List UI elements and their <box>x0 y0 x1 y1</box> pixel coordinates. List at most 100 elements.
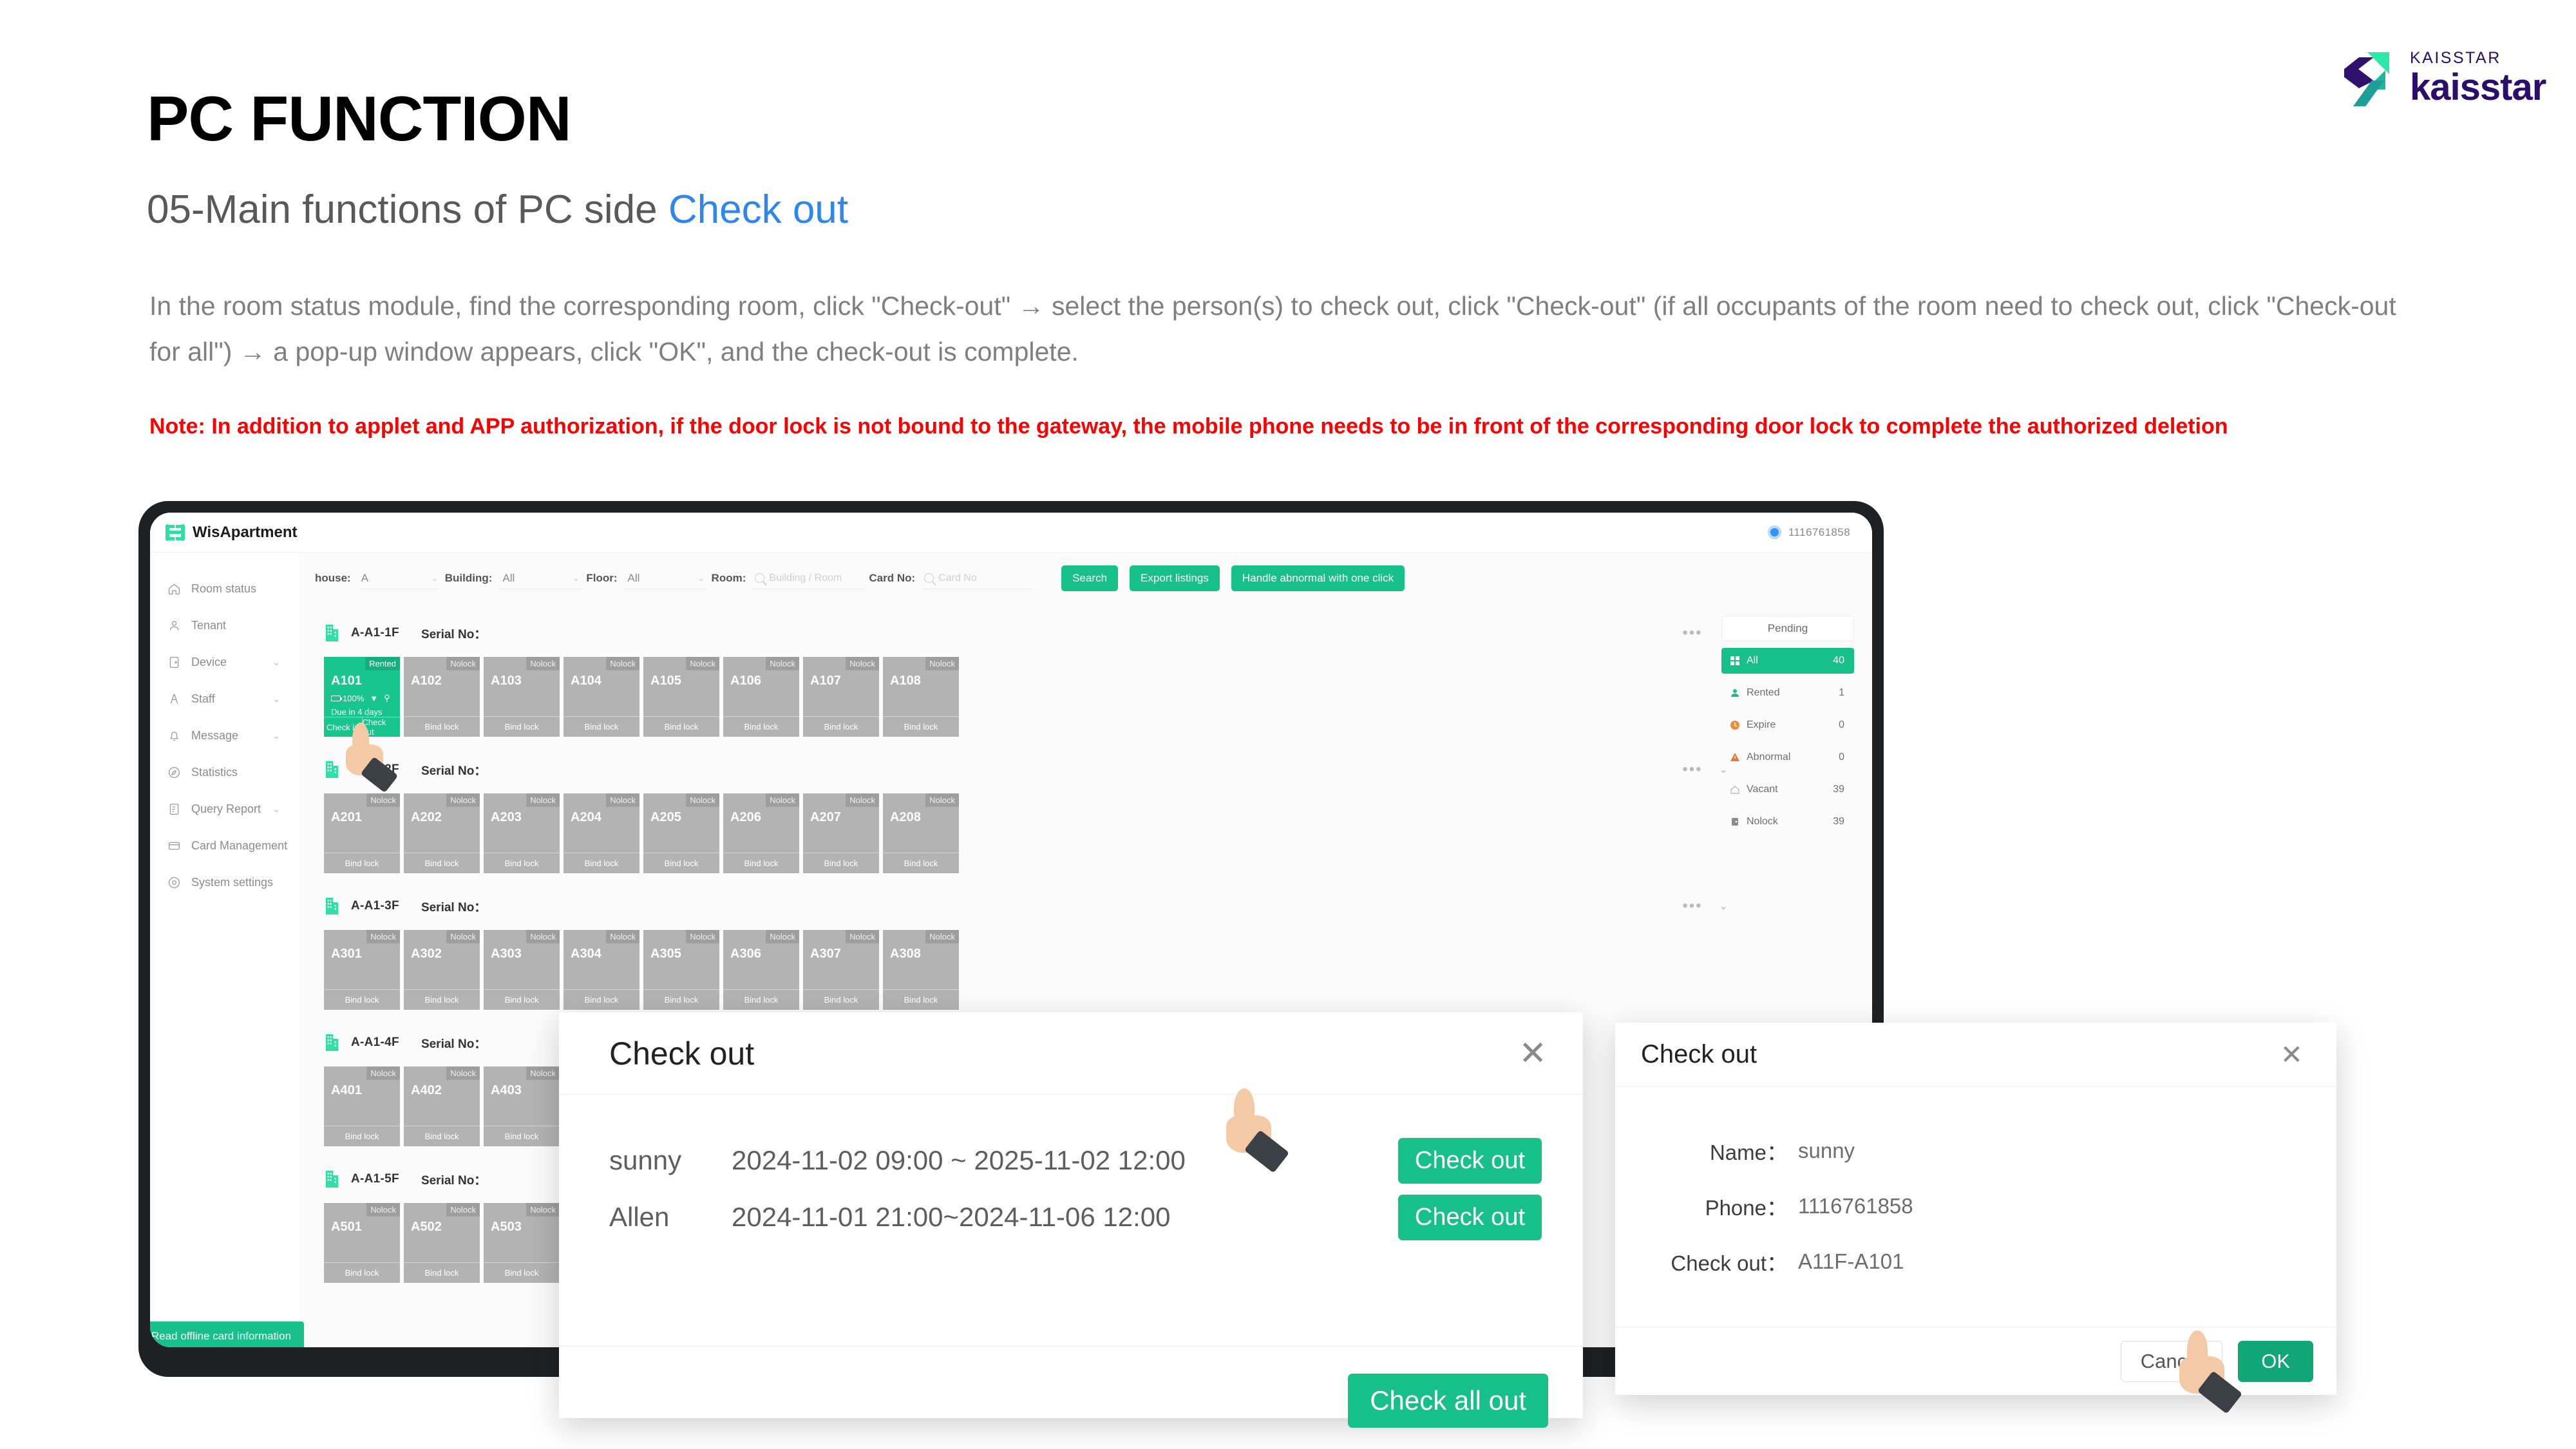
bind-lock-button[interactable]: Bind lock <box>484 717 560 737</box>
house-select[interactable]: A ⌄ <box>357 567 441 589</box>
room-card[interactable]: Rented A101 100% ▼ ⚲ Due in 4 days Check <box>324 657 400 737</box>
room-card[interactable]: Nolock A106 Bind lock <box>723 657 799 737</box>
pending-tab[interactable]: Pending <box>1721 616 1854 641</box>
account-area[interactable]: 1116761858 <box>1767 526 1850 539</box>
bind-lock-button[interactable]: Bind lock <box>324 853 400 873</box>
sidebar-item-staff[interactable]: Staff ⌄ <box>150 681 299 717</box>
room-card[interactable]: Nolock A306 Bind lock <box>723 930 799 1010</box>
bind-lock-button[interactable]: Bind lock <box>404 1263 480 1283</box>
filter-building[interactable]: Building: All ⌄ <box>445 567 583 589</box>
bind-lock-button[interactable]: Bind lock <box>723 717 799 737</box>
sidebar-item-tenant[interactable]: Tenant <box>150 607 299 644</box>
room-card[interactable]: Nolock A203 Bind lock <box>484 793 560 873</box>
stat-row-abnormal[interactable]: Abnormal 0 <box>1721 744 1854 770</box>
close-icon[interactable]: ✕ <box>1519 1037 1547 1070</box>
check-in-button[interactable]: Check in <box>324 717 362 737</box>
filter-house[interactable]: house: A ⌄ <box>315 567 441 589</box>
room-card[interactable]: Nolock A107 Bind lock <box>803 657 879 737</box>
room-card[interactable]: Nolock A501 Bind lock <box>324 1203 400 1283</box>
room-card[interactable]: Nolock A206 Bind lock <box>723 793 799 873</box>
room-card[interactable]: Nolock A403 Bind lock <box>484 1066 560 1146</box>
search-button[interactable]: Search <box>1061 565 1119 591</box>
room-card[interactable]: Nolock A202 Bind lock <box>404 793 480 873</box>
bind-lock-button[interactable]: Bind lock <box>564 853 639 873</box>
room-search-input[interactable]: Building / Room <box>752 567 866 589</box>
floor-more-icon[interactable]: ••• <box>1682 625 1702 641</box>
bind-lock-button[interactable]: Bind lock <box>723 853 799 873</box>
filter-floor[interactable]: Floor: All ⌄ <box>586 567 708 589</box>
stat-row-all[interactable]: All 40 <box>1721 648 1854 674</box>
bind-lock-button[interactable]: Bind lock <box>484 853 560 873</box>
room-card[interactable]: Nolock A204 Bind lock <box>564 793 639 873</box>
check-out-button[interactable]: Check out <box>1397 1137 1542 1184</box>
room-card[interactable]: Nolock A207 Bind lock <box>803 793 879 873</box>
ok-button[interactable]: OK <box>2238 1340 2313 1382</box>
room-card[interactable]: Nolock A104 Bind lock <box>564 657 639 737</box>
floor-more-icon[interactable]: ••• <box>1682 898 1702 914</box>
stat-row-expire[interactable]: Expire 0 <box>1721 712 1854 738</box>
bind-lock-button[interactable]: Bind lock <box>324 1126 400 1146</box>
sidebar-item-statistics[interactable]: Statistics <box>150 754 299 791</box>
floor-collapse-icon[interactable]: ⌄ <box>1719 900 1728 913</box>
bind-lock-button[interactable]: Bind lock <box>643 990 719 1010</box>
room-card[interactable]: Nolock A205 Bind lock <box>643 793 719 873</box>
room-card[interactable]: Nolock A401 Bind lock <box>324 1066 400 1146</box>
bind-lock-button[interactable]: Bind lock <box>484 990 560 1010</box>
sidebar-item-system-settings[interactable]: System settings <box>150 864 299 901</box>
bind-lock-button[interactable]: Bind lock <box>643 717 719 737</box>
room-card[interactable]: Nolock A301 Bind lock <box>324 930 400 1010</box>
bind-lock-button[interactable]: Bind lock <box>484 1263 560 1283</box>
stat-row-vacant[interactable]: Vacant 39 <box>1721 777 1854 802</box>
room-card[interactable]: Nolock A502 Bind lock <box>404 1203 480 1283</box>
room-card[interactable]: Nolock A103 Bind lock <box>484 657 560 737</box>
bind-lock-button[interactable]: Bind lock <box>643 853 719 873</box>
check-all-out-button[interactable]: Check all out <box>1348 1373 1548 1428</box>
cancel-button[interactable]: Cancel <box>2120 1340 2223 1382</box>
handle-abnormal-button[interactable]: Handle abnormal with one click <box>1231 565 1405 591</box>
bind-lock-button[interactable]: Bind lock <box>404 853 480 873</box>
bind-lock-button[interactable]: Bind lock <box>803 990 879 1010</box>
filter-room[interactable]: Room: Building / Room <box>712 567 866 589</box>
floor-select[interactable]: All ⌄ <box>623 567 708 589</box>
bind-lock-button[interactable]: Bind lock <box>404 1126 480 1146</box>
bind-lock-button[interactable]: Bind lock <box>883 990 959 1010</box>
room-card[interactable]: Nolock A303 Bind lock <box>484 930 560 1010</box>
bind-lock-button[interactable]: Bind lock <box>404 990 480 1010</box>
filter-card-no[interactable]: Card No: Card No <box>869 567 1035 589</box>
bind-lock-button[interactable]: Bind lock <box>484 1126 560 1146</box>
export-listings-button[interactable]: Export listings <box>1130 565 1220 591</box>
floor-more-icon[interactable]: ••• <box>1682 762 1702 777</box>
sidebar-item-card-management[interactable]: Card Management ⌄ <box>150 828 299 864</box>
room-card[interactable]: Nolock A105 Bind lock <box>643 657 719 737</box>
bind-lock-button[interactable]: Bind lock <box>404 717 480 737</box>
bind-lock-button[interactable]: Bind lock <box>564 717 639 737</box>
room-card[interactable]: Nolock A108 Bind lock <box>883 657 959 737</box>
read-offline-card-button[interactable]: Read offline card information <box>150 1321 305 1347</box>
sidebar-item-message[interactable]: Message ⌄ <box>150 717 299 754</box>
check-out-button[interactable]: Check out <box>1397 1194 1542 1240</box>
room-card[interactable]: Nolock A402 Bind lock <box>404 1066 480 1146</box>
sidebar-item-device[interactable]: Device ⌄ <box>150 644 299 681</box>
room-card[interactable]: Nolock A102 Bind lock <box>404 657 480 737</box>
room-card[interactable]: Nolock A302 Bind lock <box>404 930 480 1010</box>
stat-row-nolock[interactable]: Nolock 39 <box>1721 809 1854 835</box>
bind-lock-button[interactable]: Bind lock <box>883 717 959 737</box>
card-search-input[interactable]: Card No <box>922 567 1035 589</box>
close-icon[interactable]: ✕ <box>2280 1041 2303 1068</box>
bind-lock-button[interactable]: Bind lock <box>324 990 400 1010</box>
building-select[interactable]: All ⌄ <box>498 567 583 589</box>
room-card[interactable]: Nolock A503 Bind lock <box>484 1203 560 1283</box>
bind-lock-button[interactable]: Bind lock <box>803 717 879 737</box>
room-card[interactable]: Nolock A308 Bind lock <box>883 930 959 1010</box>
room-card[interactable]: Nolock A304 Bind lock <box>564 930 639 1010</box>
room-card[interactable]: Nolock A305 Bind lock <box>643 930 719 1010</box>
bind-lock-button[interactable]: Bind lock <box>324 1263 400 1283</box>
room-card[interactable]: Nolock A307 Bind lock <box>803 930 879 1010</box>
room-card[interactable]: Nolock A208 Bind lock <box>883 793 959 873</box>
stat-row-rented[interactable]: Rented 1 <box>1721 680 1854 706</box>
room-card[interactable]: Nolock A201 Bind lock <box>324 793 400 873</box>
bind-lock-button[interactable]: Bind lock <box>564 990 639 1010</box>
sidebar-item-query-report[interactable]: Query Report ⌄ <box>150 791 299 828</box>
bind-lock-button[interactable]: Bind lock <box>883 853 959 873</box>
sidebar-item-room-status[interactable]: Room status <box>150 571 299 607</box>
